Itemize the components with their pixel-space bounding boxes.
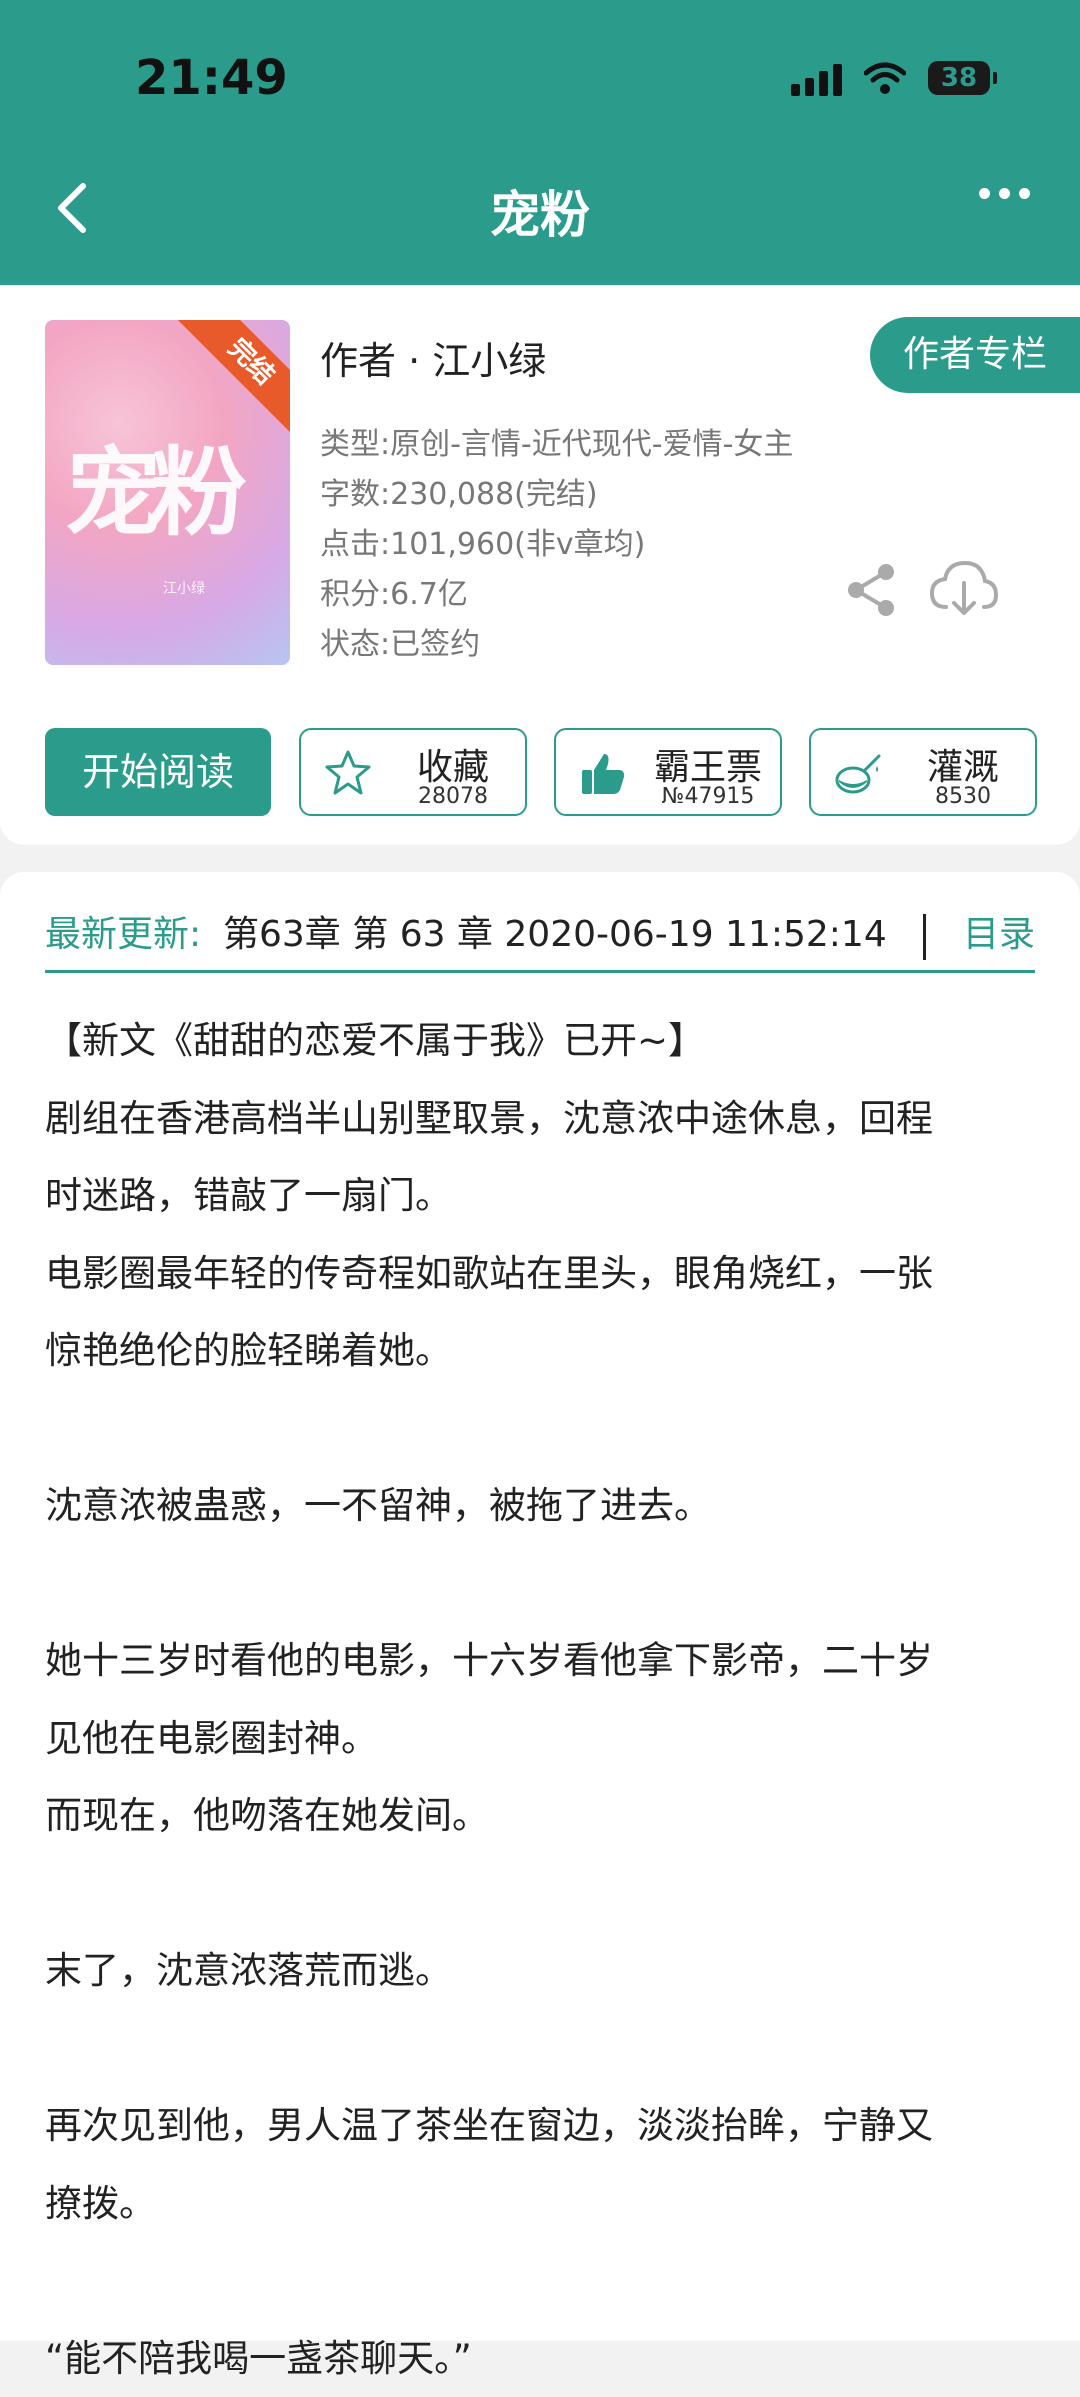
desc-line: [45, 1390, 1040, 1468]
favorite-label: 收藏: [391, 738, 515, 790]
cover-author: 江小绿: [163, 580, 233, 598]
desc-line: 再次见到他，男人温了茶坐在窗边，淡淡抬眸，宁静又: [45, 2087, 1040, 2165]
vote-button[interactable]: 霸王票 №47915: [554, 728, 782, 816]
book-cover[interactable]: 宠粉 江小绿 完结: [45, 320, 290, 665]
latest-update-label: 最新更新:: [45, 900, 201, 970]
favorite-button[interactable]: 收藏 28078: [299, 728, 527, 816]
start-reading-button[interactable]: 开始阅读: [45, 728, 271, 816]
status-icons: 38: [791, 58, 990, 98]
cover-title: 宠粉: [65, 415, 237, 554]
desc-line: 时迷路，错敲了一扇门。: [45, 1157, 1040, 1235]
vote-label: 霸王票: [646, 738, 770, 790]
water-count: 8530: [901, 784, 1025, 809]
desc-line: 【新文《甜甜的恋爱不属于我》已开~】: [45, 1002, 1040, 1080]
desc-line: 撩拨。: [45, 2165, 1040, 2243]
desc-line: “能不陪我喝一盏茶聊天。”: [45, 2320, 1040, 2397]
meta-status: 状态:已签约: [320, 620, 793, 670]
vote-count: №47915: [646, 784, 770, 809]
meta-clicks: 点击:101,960(非v章均): [320, 520, 793, 570]
toc-link[interactable]: 目录: [963, 900, 1035, 970]
content-card: 最新更新: 第63章 第 63 章 2020-06-19 11:52:14 目录…: [0, 872, 1080, 2341]
star-icon: [323, 748, 373, 798]
action-buttons: 开始阅读 收藏 28078 霸王票 №47915 灌溉 853: [45, 728, 1035, 816]
desc-line: [45, 1855, 1040, 1933]
latest-update-bar[interactable]: 最新更新: 第63章 第 63 章 2020-06-19 11:52:14 目录: [45, 900, 1035, 973]
desc-line: 她十三岁时看他的电影，十六岁看他拿下影帝，二十岁: [45, 1622, 1040, 1700]
desc-line: 电影圈最年轻的传奇程如歌站在里头，眼角烧红，一张: [45, 1235, 1040, 1313]
water-button[interactable]: 灌溉 8530: [809, 728, 1037, 816]
thumbs-up-icon: [578, 748, 628, 798]
water-label: 灌溉: [901, 738, 1025, 790]
desc-line: [45, 2010, 1040, 2088]
desc-line: 惊艳绝伦的脸轻睇着她。: [45, 1312, 1040, 1390]
signal-icon: [791, 60, 842, 96]
page-title: 宠粉: [0, 175, 1080, 247]
desc-line: 而现在，他吻落在她发间。: [45, 1777, 1040, 1855]
top-bar: 21:49 38 宠粉: [0, 0, 1080, 285]
desc-line: 剧组在香港高档半山别墅取景，沈意浓中途休息，回程: [45, 1080, 1040, 1158]
divider: [923, 914, 926, 960]
favorite-count: 28078: [391, 784, 515, 809]
desc-line: [45, 1545, 1040, 1623]
book-info-card: 宠粉 江小绿 完结 作者 · 江小绿 作者专栏 类型:原创-言情-近代现代-爱情…: [0, 285, 1080, 845]
meta-points: 积分:6.7亿: [320, 570, 793, 620]
share-icon[interactable]: [842, 560, 902, 620]
meta-word-count: 字数:230,088(完结): [320, 470, 793, 520]
desc-line: 末了，沈意浓落荒而逃。: [45, 1932, 1040, 2010]
wifi-icon: [864, 61, 906, 95]
book-description: 【新文《甜甜的恋爱不属于我》已开~】 剧组在香港高档半山别墅取景，沈意浓中途休息…: [45, 1002, 1040, 2397]
watering-icon: [833, 748, 883, 798]
author-name[interactable]: 作者 · 江小绿: [320, 330, 546, 385]
more-icon[interactable]: [979, 188, 1030, 199]
author-column-button[interactable]: 作者专栏: [870, 317, 1080, 393]
book-meta: 类型:原创-言情-近代现代-爱情-女主 字数:230,088(完结) 点击:10…: [320, 420, 793, 670]
status-time: 21:49: [135, 50, 288, 106]
desc-line: [45, 2242, 1040, 2320]
battery-icon: 38: [928, 61, 990, 95]
meta-genre: 类型:原创-言情-近代现代-爱情-女主: [320, 420, 793, 470]
desc-line: 沈意浓被蛊惑，一不留神，被拖了进去。: [45, 1467, 1040, 1545]
download-icon[interactable]: [928, 557, 1000, 621]
desc-line: 见他在电影圈封神。: [45, 1700, 1040, 1778]
latest-update-text[interactable]: 第63章 第 63 章 2020-06-19 11:52:14: [223, 900, 887, 970]
